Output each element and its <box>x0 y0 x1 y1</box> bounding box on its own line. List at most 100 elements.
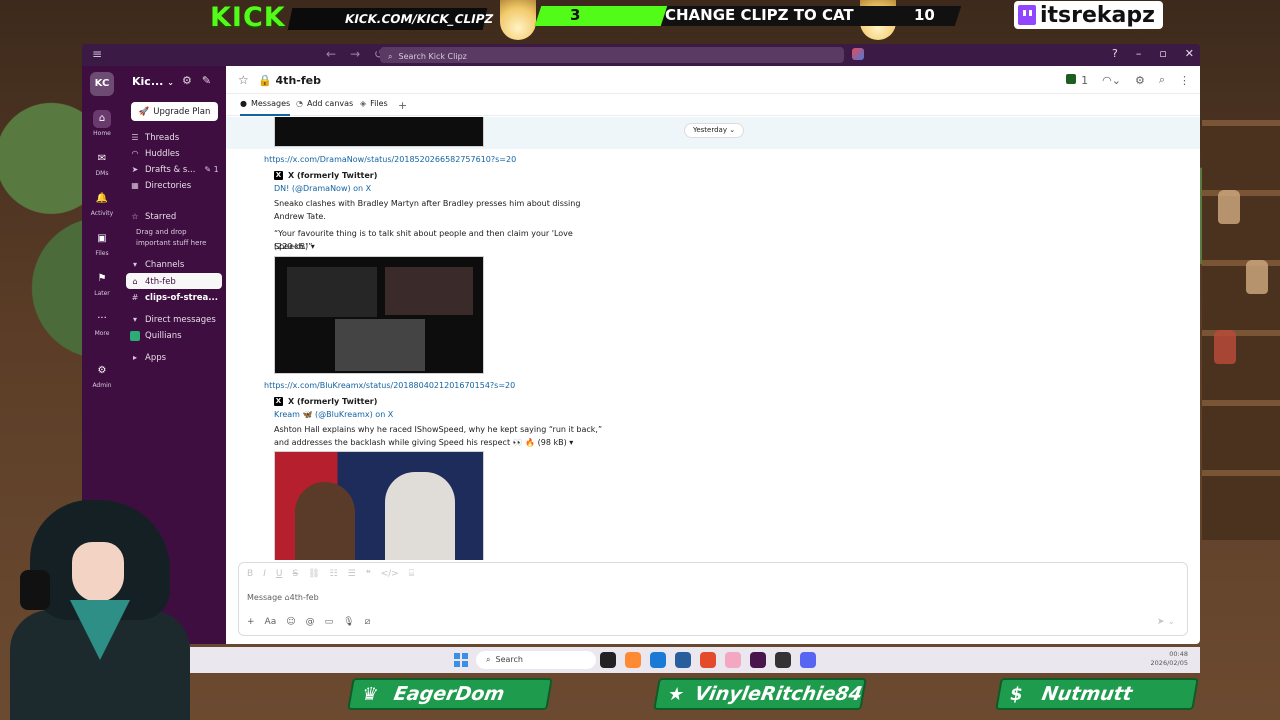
attachment-image[interactable] <box>274 256 484 374</box>
sidebar-item-label: Threads <box>145 132 180 143</box>
close-icon[interactable]: ✕ <box>1185 47 1194 60</box>
video-icon[interactable]: ▭ <box>325 617 334 627</box>
star-icon: ★ <box>666 683 686 705</box>
tab-files[interactable]: ◈ Files <box>360 99 388 108</box>
taskbar-search[interactable]: ⌕ Search <box>476 651 596 669</box>
slash-command-icon[interactable]: ⧄ <box>365 617 371 627</box>
user-avatar[interactable] <box>852 48 864 60</box>
message-composer[interactable]: B I U S ⛓ ☷ ☰ ❝ </> ⌸ Message ⌂4th-feb +… <box>238 562 1188 636</box>
italic-icon[interactable]: I <box>263 569 266 579</box>
sidebar-item-clips-of-stream[interactable]: # clips-of-strea... <box>130 290 218 305</box>
more-icon: ··· <box>97 313 107 324</box>
sidebar-item-threads[interactable]: ☰ Threads <box>130 130 179 145</box>
dms-icon: ✉ <box>97 153 107 164</box>
search-icon[interactable]: ⌕ <box>1159 73 1165 87</box>
files-icon: ▣ <box>97 233 107 244</box>
member-count-button[interactable]: 1 <box>1066 73 1088 87</box>
back-arrow-icon[interactable]: ← <box>326 47 336 61</box>
browser-icon[interactable] <box>700 652 716 668</box>
tab-messages[interactable]: ● Messages <box>240 99 291 116</box>
emoji-icon[interactable]: ☺ <box>286 617 295 627</box>
underline-icon[interactable]: U <box>276 569 283 579</box>
unfurl-author[interactable]: DN! (@DramaNow) on X <box>274 184 371 193</box>
sidebar-item-4th-feb[interactable]: ⌂ 4th-feb <box>126 273 222 289</box>
attachment-size[interactable]: (220 kB) ▾ <box>274 240 604 253</box>
sidebar-section-starred[interactable]: ☆ Starred <box>130 209 176 224</box>
channel-title[interactable]: 🔒 4th-feb <box>258 74 321 87</box>
discord-icon[interactable] <box>800 652 816 668</box>
help-icon[interactable]: ? <box>1112 47 1118 60</box>
kick-url: KICK.COM/KICK_CLIPZ <box>287 8 495 30</box>
kebab-menu-icon[interactable]: ⋮ <box>1179 74 1190 87</box>
hamburger-icon[interactable]: ≡ <box>92 47 102 61</box>
code-icon[interactable]: </> <box>381 569 399 579</box>
workspace-name[interactable]: Kic... ⌄ <box>132 75 174 88</box>
app-icon[interactable] <box>775 652 791 668</box>
minimize-icon[interactable]: – <box>1136 47 1142 60</box>
quote-icon[interactable]: ❝ <box>366 569 371 579</box>
home-icon: ⌂ <box>93 110 111 128</box>
date-divider[interactable]: Yesterday ⌄ <box>684 123 745 138</box>
sidebar-section-channels[interactable]: ▾ Channels <box>130 257 184 272</box>
system-clock[interactable]: 00:48 2026/02/05 <box>1151 650 1188 668</box>
message-link[interactable]: https://x.com/DramaNow/status/2018520266… <box>264 155 516 164</box>
bullet-list-icon[interactable]: ☰ <box>348 569 356 579</box>
integrations-icon[interactable]: ⚙ <box>1135 74 1145 87</box>
rail-admin[interactable]: ⚙ Admin <box>82 362 122 389</box>
search-icon: ⌕ <box>486 655 491 664</box>
settings-icon[interactable]: ⚙ <box>182 74 192 87</box>
add-tab-button[interactable]: + <box>398 99 407 112</box>
workspace-badge[interactable]: KC <box>90 72 114 96</box>
rail-files[interactable]: ▣ Files <box>82 230 122 257</box>
taskbar-apps <box>600 652 816 668</box>
rail-label: Home <box>93 130 111 137</box>
search-input[interactable]: ⌕ Search Kick Clipz <box>380 47 844 63</box>
message-link[interactable]: https://x.com/BluKreamx/status/201880402… <box>264 381 515 390</box>
app-icon[interactable] <box>625 652 641 668</box>
sidebar-item-quillians[interactable]: Quillians <box>130 328 182 343</box>
strike-icon[interactable]: S <box>292 569 298 579</box>
compose-icon[interactable]: ✎ <box>202 74 211 87</box>
rail-later[interactable]: ⚑ Later <box>82 270 122 297</box>
ordered-list-icon[interactable]: ☷ <box>330 569 338 579</box>
headphones-icon[interactable]: ◠⌄ <box>1102 74 1121 87</box>
edge-icon[interactable] <box>650 652 666 668</box>
upgrade-plan-button[interactable]: 🚀 Upgrade Plan <box>131 102 218 121</box>
sidebar-item-huddles[interactable]: ◠ Huddles <box>130 146 180 161</box>
caret-down-icon: ▾ <box>132 315 137 324</box>
slack-icon[interactable] <box>750 652 766 668</box>
send-button[interactable]: ➤ ⌄ <box>1157 617 1175 627</box>
star-icon[interactable]: ☆ <box>238 73 249 87</box>
previous-attachment-image[interactable] <box>274 117 484 147</box>
rail-dms[interactable]: ✉ DMs <box>82 150 122 177</box>
file-explorer-icon[interactable] <box>675 652 691 668</box>
bookmark-icon: ⚑ <box>97 273 107 284</box>
attachment-image[interactable] <box>274 451 484 560</box>
message-input[interactable]: Message ⌂4th-feb <box>247 593 319 602</box>
sidebar-item-directories[interactable]: ▦ Directories <box>130 178 191 193</box>
sidebar-section-dms[interactable]: ▾ Direct messages <box>130 312 216 327</box>
microphone-icon[interactable]: 🎙 <box>343 617 354 627</box>
app-icon[interactable] <box>600 652 616 668</box>
text-format-icon[interactable]: Aa <box>265 617 277 627</box>
code-block-icon[interactable]: ⌸ <box>409 569 414 579</box>
sidebar-section-apps[interactable]: ▸ Apps <box>130 350 166 365</box>
windows-start-icon[interactable] <box>454 653 468 667</box>
forward-arrow-icon[interactable]: → <box>350 47 360 61</box>
bold-icon[interactable]: B <box>247 569 253 579</box>
rail-home[interactable]: ⌂ Home <box>82 110 122 137</box>
unfurl-author[interactable]: Kream 🦋 (@BluKreamx) on X <box>274 410 393 419</box>
app-icon[interactable] <box>725 652 741 668</box>
unfurl-text: Sneako clashes with Bradley Martyn after… <box>274 199 581 221</box>
tab-add-canvas[interactable]: ◔ Add canvas <box>296 99 353 108</box>
canvas-icon: ◔ <box>296 99 303 108</box>
goal-target: 10 <box>914 6 935 24</box>
jar-decoration <box>1218 190 1240 224</box>
mention-icon[interactable]: @ <box>306 617 315 627</box>
sidebar-item-drafts[interactable]: ➤ Drafts & s... ✎ 1 <box>130 162 219 177</box>
rail-more[interactable]: ··· More <box>82 310 122 337</box>
link-icon[interactable]: ⛓ <box>308 569 319 579</box>
plus-icon[interactable]: + <box>247 617 255 627</box>
rail-activity[interactable]: 🔔 Activity <box>82 190 122 217</box>
maximize-icon[interactable]: ▫ <box>1159 47 1166 60</box>
